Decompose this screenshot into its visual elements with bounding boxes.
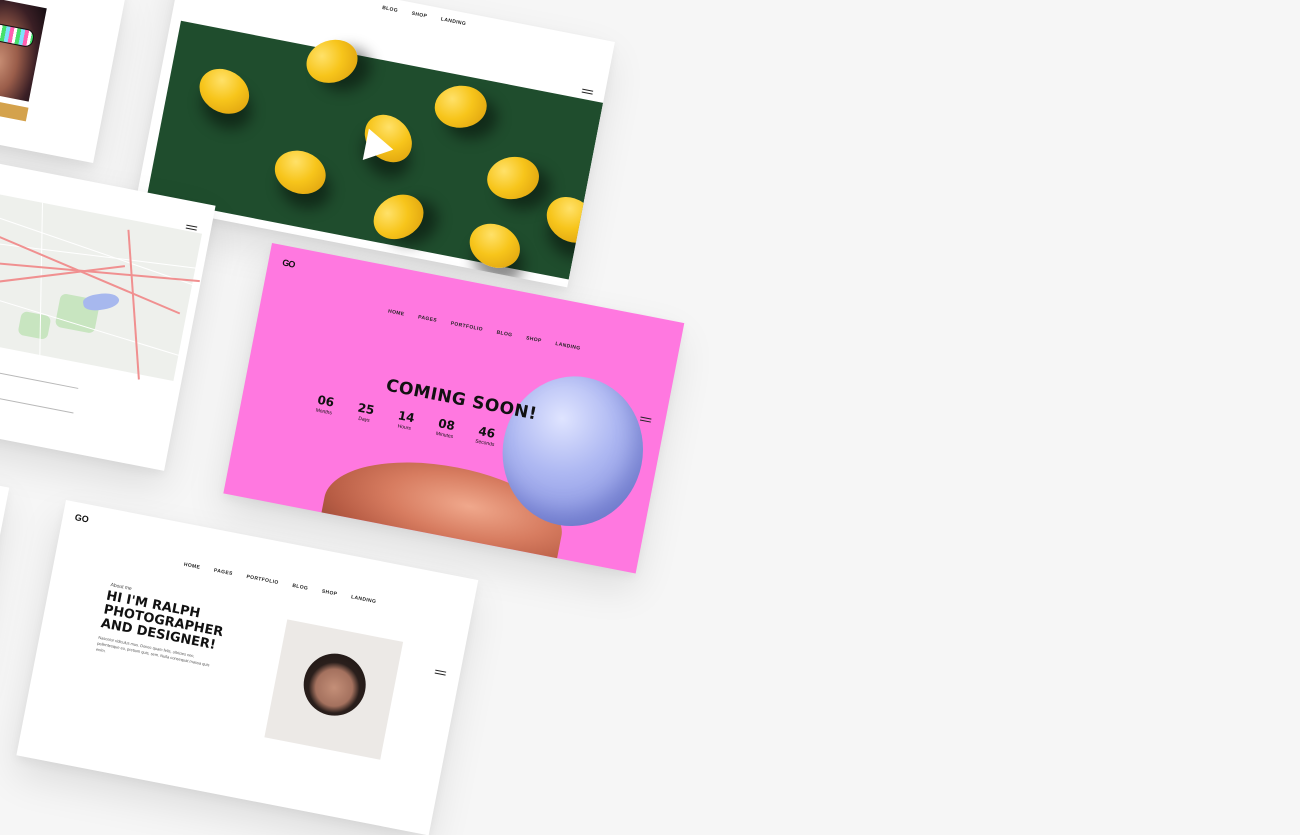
- nav-item-pages[interactable]: PAGES: [418, 314, 438, 324]
- portrait-head: [298, 648, 372, 722]
- lemon: [191, 59, 258, 123]
- portfolio-card-partial[interactable]: [0, 480, 10, 684]
- nav-item-blog[interactable]: BLOG: [382, 5, 399, 14]
- hamburger-menu-icon[interactable]: [581, 88, 594, 96]
- logo-icon[interactable]: GO: [74, 512, 90, 524]
- logo-icon[interactable]: GO: [282, 257, 301, 269]
- nav-item-landing[interactable]: LANDING: [350, 594, 376, 605]
- top-nav: BLOG SHOP LANDING: [382, 5, 467, 27]
- countdown-seconds: 46 Seconds: [467, 422, 504, 449]
- nav-item-shop[interactable]: SHOP: [411, 11, 428, 20]
- lemon: [300, 33, 364, 90]
- video-thumbnail[interactable]: [146, 20, 605, 280]
- lemon: [537, 187, 605, 253]
- hamburger-menu-icon[interactable]: [434, 669, 447, 677]
- lemon: [462, 215, 528, 277]
- play-icon[interactable]: [362, 128, 397, 166]
- portrait-photo: [0, 0, 47, 102]
- nav-item-landing[interactable]: LANDING: [555, 341, 581, 352]
- nav-item-portfolio[interactable]: PORTFOLIO: [450, 321, 483, 333]
- nav-item-portfolio[interactable]: PORTFOLIO: [246, 574, 279, 586]
- lemon: [433, 83, 489, 130]
- nav-item-landing[interactable]: LANDING: [440, 16, 466, 27]
- about-portrait-photo: [264, 619, 404, 760]
- nav-item-shop[interactable]: SHOP: [525, 335, 542, 344]
- map-highway: [127, 229, 140, 380]
- lemon: [484, 153, 543, 203]
- nav-item-shop[interactable]: SHOP: [321, 589, 338, 598]
- top-nav: HOME PAGES PORTFOLIO BLOG SHOP LANDING: [388, 308, 581, 351]
- countdown-months: 06 Months: [306, 391, 343, 418]
- countdown-days: 25 Days: [347, 399, 384, 426]
- nav-item-home[interactable]: HOME: [388, 308, 405, 317]
- lemon: [365, 185, 432, 248]
- nav-item-home[interactable]: HOME: [183, 562, 200, 571]
- nav-item-blog[interactable]: BLOG: [496, 330, 513, 339]
- contact-card-map[interactable]: [0, 160, 216, 471]
- about-card[interactable]: GO HOME PAGES PORTFOLIO BLOG SHOP LANDIN…: [16, 500, 479, 835]
- countdown-minutes: 08 Minutes: [427, 415, 464, 442]
- hamburger-menu-icon[interactable]: [639, 416, 652, 424]
- form-field-line[interactable]: [0, 387, 74, 414]
- lemon: [268, 143, 333, 202]
- map-lake: [82, 291, 121, 313]
- portfolio-card-portrait[interactable]: [0, 0, 127, 164]
- countdown-hours: 14 Hours: [387, 407, 424, 434]
- nav-item-pages[interactable]: PAGES: [213, 568, 233, 578]
- coming-soon-card[interactable]: GO HOME PAGES PORTFOLIO BLOG SHOP LANDIN…: [223, 243, 685, 574]
- location-map[interactable]: [0, 191, 203, 381]
- form-field-line[interactable]: [0, 363, 79, 389]
- top-nav: HOME PAGES PORTFOLIO BLOG SHOP LANDING: [183, 562, 376, 605]
- nav-item-blog[interactable]: BLOG: [292, 583, 309, 592]
